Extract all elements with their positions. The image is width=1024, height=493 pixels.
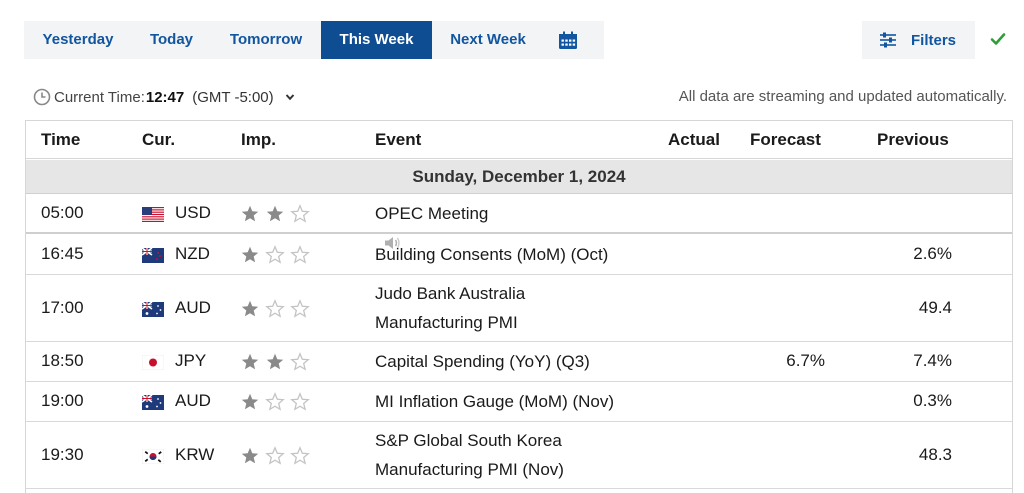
row-previous: 49.4 — [918, 297, 952, 317]
header-actual[interactable]: Actual — [668, 121, 720, 159]
current-time-label: Current Time: — [54, 88, 145, 106]
table-header: Time Cur. Imp. Event Actual Forecast Pre… — [26, 121, 1012, 159]
row-currency: USD — [175, 203, 211, 222]
header-forecast[interactable]: Forecast — [750, 121, 821, 159]
row-currency: NZD — [175, 244, 210, 263]
header-time[interactable]: Time — [41, 121, 80, 159]
row-time: 17:00 — [41, 297, 84, 317]
row-time: 16:45 — [41, 244, 84, 263]
flag-kr-icon — [142, 448, 164, 464]
event-line: Capital Spending (YoY) (Q3) — [375, 352, 590, 371]
star-filled-icon — [266, 205, 284, 222]
star-filled-icon — [241, 246, 259, 263]
star-filled-icon — [241, 205, 259, 222]
star-filled-icon — [241, 447, 259, 463]
importance-stars — [240, 445, 310, 466]
economic-calendar-table: Time Cur. Imp. Event Actual Forecast Pre… — [25, 120, 1013, 493]
row-event[interactable]: Capital Spending (YoY) (Q3) — [375, 347, 590, 376]
row-currency: AUD — [175, 297, 211, 317]
flag-nz-icon — [142, 248, 164, 263]
star-empty-icon — [290, 245, 310, 264]
tab-this-week[interactable]: This Week — [321, 21, 432, 59]
event-line: OPEC Meeting — [375, 204, 489, 223]
tab-tomorrow[interactable]: Tomorrow — [211, 21, 321, 59]
header-importance[interactable]: Imp. — [241, 121, 276, 159]
row-time: 19:30 — [41, 444, 84, 464]
header-previous[interactable]: Previous — [877, 121, 949, 159]
row-forecast: 6.7% — [786, 351, 825, 370]
row-previous: 48.3 — [918, 444, 952, 464]
star-empty-icon — [290, 204, 310, 223]
day-header: Sunday, December 1, 2024 — [26, 160, 1012, 194]
star-filled-icon — [241, 353, 259, 370]
date-range-tabs: Yesterday Today Tomorrow This Week Next … — [24, 21, 604, 59]
check-icon — [990, 33, 1006, 45]
importance-stars — [240, 352, 310, 372]
importance-stars — [240, 392, 310, 412]
row-previous: 7.4% — [913, 351, 952, 370]
flag-jp-icon — [142, 355, 164, 370]
star-filled-icon — [241, 300, 259, 316]
star-empty-icon — [290, 445, 310, 465]
header-currency[interactable]: Cur. — [142, 121, 175, 159]
clock-icon — [33, 88, 51, 106]
tab-next-week[interactable]: Next Week — [432, 21, 544, 59]
event-line: MI Inflation Gauge (MoM) (Nov) — [375, 392, 615, 411]
tab-yesterday[interactable]: Yesterday — [24, 21, 132, 59]
star-empty-icon — [265, 245, 285, 264]
timezone-label: (GMT -5:00) — [192, 88, 274, 106]
star-filled-icon — [241, 393, 259, 410]
current-time-selector[interactable]: Current Time: 12:47 (GMT -5:00) — [33, 87, 296, 107]
tab-today[interactable]: Today — [132, 21, 211, 59]
row-event[interactable]: Judo Bank Australia Manufacturing PMI — [375, 279, 525, 337]
flag-au-icon — [142, 395, 164, 410]
table-row[interactable]: 05:00 USD OPEC Meeting — [26, 194, 1012, 249]
table-row[interactable]: 17:00 AUD Judo Bank Australia Manufacturing… — [26, 275, 1012, 342]
row-event[interactable]: MI Inflation Gauge (MoM) (Nov) — [375, 387, 614, 416]
event-line: S&P Global South Korea — [375, 431, 562, 450]
filters-label: Filters — [911, 31, 957, 49]
star-empty-icon — [290, 392, 310, 411]
calendar-icon — [559, 31, 577, 49]
star-empty-icon — [290, 352, 310, 371]
star-empty-icon — [265, 445, 285, 465]
row-currency: JPY — [175, 351, 207, 370]
event-line: Manufacturing PMI — [375, 313, 518, 332]
table-row[interactable]: 19:30 KRW S&P Global South Korea Manufactur… — [26, 422, 1012, 489]
row-time: 18:50 — [41, 351, 84, 370]
current-time-value: 12:47 — [145, 88, 185, 106]
streaming-notice: All data are streaming and updated autom… — [678, 88, 1007, 105]
row-previous: 2.6% — [913, 244, 952, 263]
filters-button[interactable]: Filters — [862, 21, 975, 59]
importance-stars — [240, 245, 310, 265]
row-time: 19:00 — [41, 391, 84, 410]
row-time: 05:00 — [41, 203, 84, 222]
row-event[interactable]: Building Consents (MoM) (Oct) — [375, 240, 608, 269]
event-line: Manufacturing PMI (Nov) — [375, 460, 564, 479]
star-empty-icon — [265, 298, 285, 318]
flag-us-icon — [142, 207, 164, 222]
row-currency: KRW — [175, 444, 215, 464]
star-empty-icon — [265, 392, 285, 411]
row-currency: AUD — [175, 391, 211, 410]
star-empty-icon — [290, 298, 310, 318]
header-event[interactable]: Event — [375, 121, 421, 159]
importance-stars — [240, 204, 310, 224]
chevron-down-icon[interactable] — [284, 91, 296, 103]
calendar-button[interactable] — [544, 21, 592, 59]
table-row[interactable]: 19:00 AUD MI Inflation Gauge (MoM) (Nov) 0.… — [26, 382, 1012, 422]
star-filled-icon — [266, 353, 284, 370]
flag-au-icon — [142, 301, 164, 317]
table-row[interactable]: 18:50 JPY Capital Spending (YoY) (Q3) 6.7% 7… — [26, 342, 1012, 382]
sliders-icon — [880, 32, 896, 48]
table-row[interactable]: 16:45 NZD Building Consents (MoM) (Oct) 2.6… — [26, 235, 1012, 275]
row-previous: 0.3% — [913, 391, 952, 410]
event-line: Judo Bank Australia — [375, 284, 526, 303]
row-event[interactable]: S&P Global South Korea Manufacturing PMI … — [375, 426, 564, 484]
event-line: Building Consents (MoM) (Oct) — [375, 245, 609, 264]
importance-stars — [240, 298, 310, 319]
